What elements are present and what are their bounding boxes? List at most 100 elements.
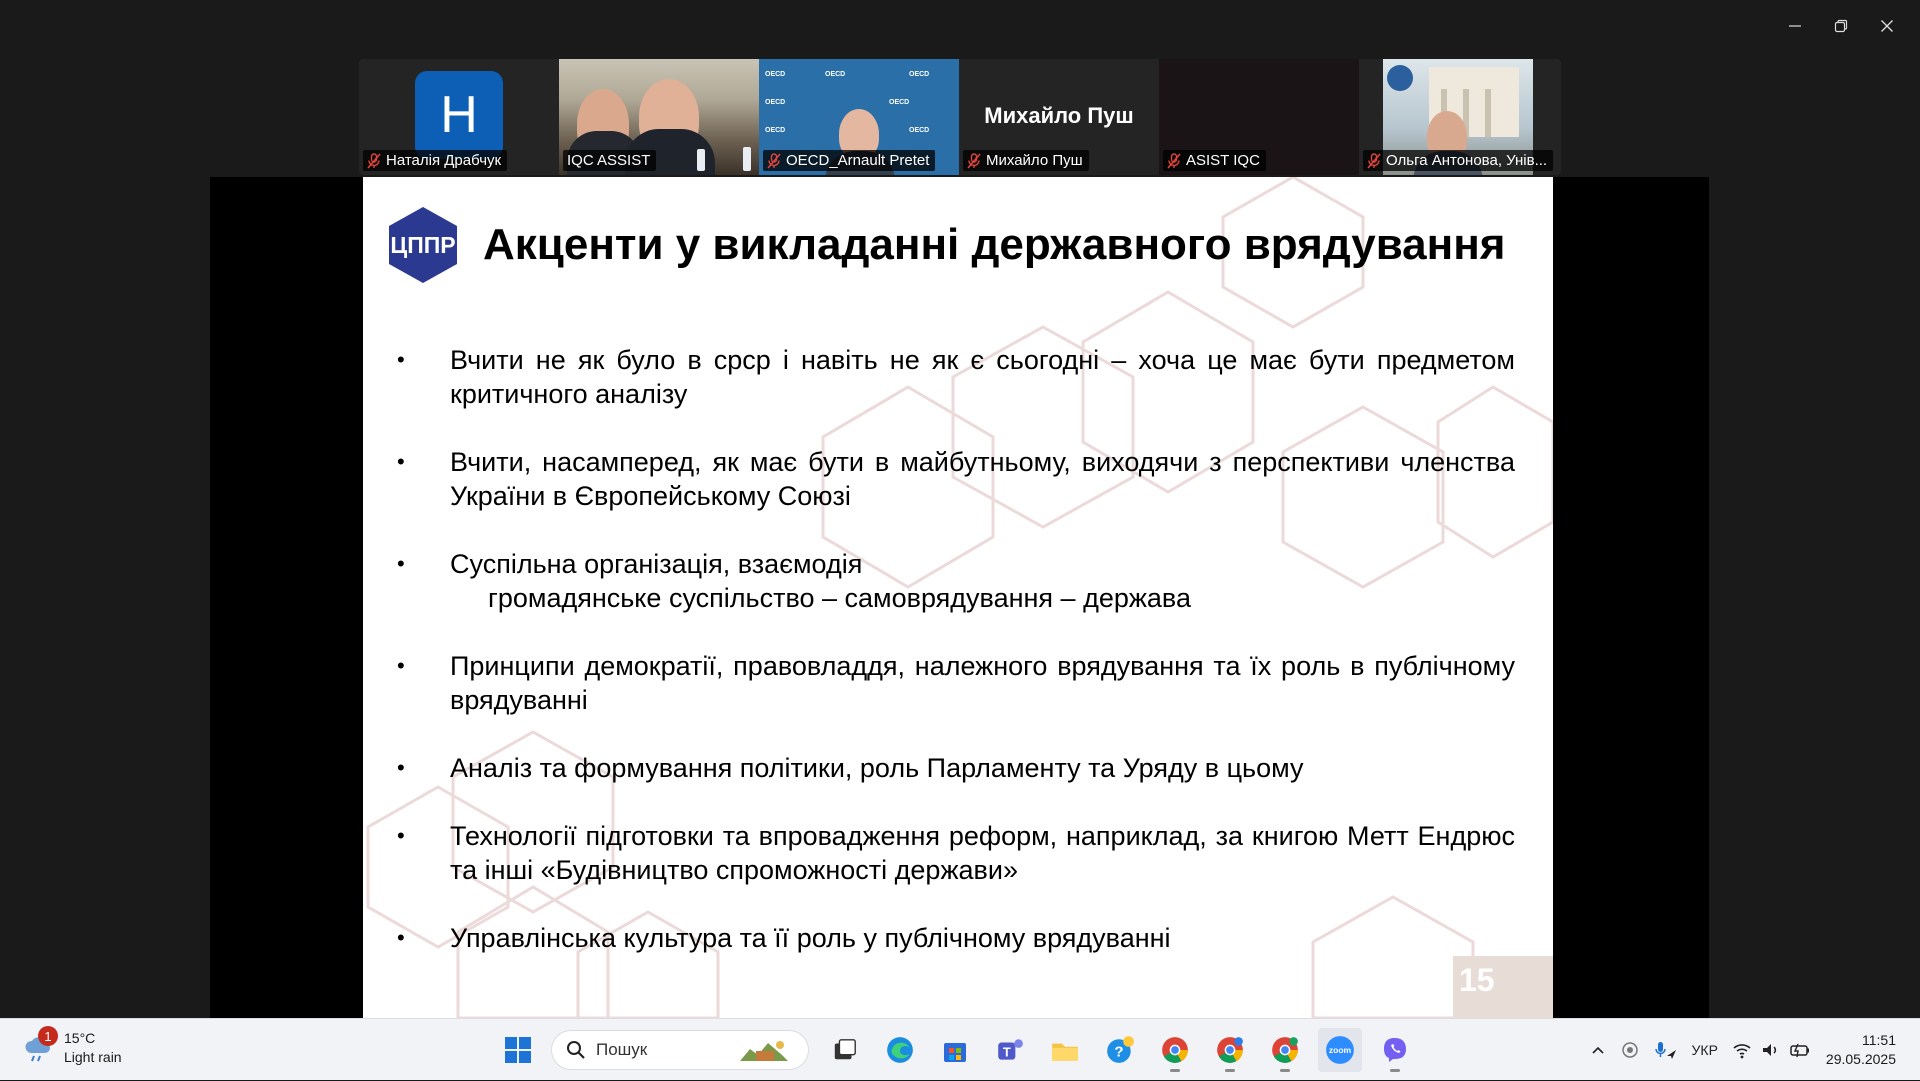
bullet-point: •: [397, 925, 405, 950]
close-icon: [1881, 20, 1893, 32]
list-item: • Суспільна організація, взаємодія громадя…: [397, 547, 1515, 615]
participant-name-text: Михайло Пуш: [986, 152, 1083, 169]
bullet-point: •: [397, 347, 405, 372]
bullet-text: Управлінська культура та її роль у публі…: [450, 923, 1171, 953]
participant-name-text: Наталія Драбчук: [386, 152, 502, 169]
webcam-icon: [1621, 1042, 1638, 1058]
start-button[interactable]: [496, 1028, 540, 1072]
language-indicator[interactable]: УКР: [1692, 1042, 1718, 1058]
bullet-text: Принципи демократії, правовладдя, належн…: [450, 651, 1515, 715]
search-box[interactable]: Пошук: [551, 1030, 809, 1070]
mic-muted-icon: [367, 152, 381, 169]
weather-condition: Light rain: [64, 1049, 122, 1065]
window-controls: [1772, 8, 1910, 44]
bullet-list: • Вчити не як було в срср і навіть не як …: [397, 343, 1515, 989]
logo-text: ЦППР: [390, 232, 455, 258]
system-tray: УКР 11:51 29.05.2025: [1590, 1019, 1920, 1081]
mic-muted-icon: [1367, 152, 1381, 169]
participant-name: OECD_Arnault Pretet: [763, 150, 936, 171]
weather-text: 15°C Light rain: [64, 1029, 122, 1067]
microphone-location-icon: [1654, 1042, 1676, 1059]
bullet-text: Вчити не як було в срср і навіть не як є…: [450, 345, 1515, 409]
rain-cloud-icon: 1: [22, 1026, 58, 1064]
shared-screen: ЦППР Акценти у викладанні державного вря…: [210, 177, 1709, 1018]
tray-app-button[interactable]: [1620, 1040, 1640, 1060]
list-item: • Аналіз та формування політики, роль Пар…: [397, 751, 1515, 785]
chevron-up-icon: [1591, 1046, 1604, 1054]
presentation-slide: ЦППР Акценти у викладанні державного вря…: [363, 177, 1553, 1018]
bullet-point: •: [397, 551, 405, 576]
chrome-profile-button[interactable]: [1208, 1028, 1252, 1072]
participant-name: Наталія Драбчук: [363, 150, 508, 171]
oecd-logo-text: OECD: [765, 99, 786, 106]
participant-tile[interactable]: OECD OECD OECD OECD OECD OECD OECD OECD_…: [759, 59, 959, 175]
oecd-logo-text: OECD: [765, 127, 786, 134]
oecd-logo-text: OECD: [909, 71, 930, 78]
svg-text:?: ?: [1114, 1043, 1123, 1060]
participant-name: Михайло Пуш: [963, 150, 1089, 171]
participant-name-text: OECD_Arnault Pretet: [786, 152, 930, 169]
store-icon: [944, 1043, 966, 1062]
search-icon: [567, 1041, 585, 1059]
zoom-icon-label: zoom: [1329, 1045, 1352, 1055]
participant-tile-active-speaker[interactable]: IQC ASSIST: [559, 59, 759, 175]
list-item: • Вчити, насамперед, як має бути в майбут…: [397, 445, 1515, 513]
file-explorer-button[interactable]: [1043, 1028, 1087, 1072]
slide-page-number: 15: [1453, 956, 1553, 1018]
show-hidden-icons-button[interactable]: [1590, 1042, 1606, 1058]
microphone-in-use-button[interactable]: [1654, 1040, 1678, 1060]
chrome-profile-button[interactable]: [1263, 1028, 1307, 1072]
bullet-point: •: [397, 449, 405, 474]
help-app-button[interactable]: ?: [1098, 1028, 1142, 1072]
bullet-point: •: [397, 755, 405, 780]
teams-icon: T: [998, 1039, 1023, 1060]
list-item: • Принципи демократії, правовладдя, належ…: [397, 649, 1515, 717]
list-item: • Технології підготовки та впровадження р…: [397, 819, 1515, 887]
chrome-icon: [1162, 1037, 1188, 1063]
mic-muted-icon: [967, 152, 981, 169]
zoom-icon: zoom: [1326, 1036, 1354, 1064]
bullet-text: Аналіз та формування політики, роль Парл…: [450, 753, 1304, 783]
slide-title: Акценти у викладанні державного врядуван…: [483, 220, 1506, 269]
restore-icon: [1834, 19, 1848, 33]
store-button[interactable]: [933, 1028, 977, 1072]
teams-button[interactable]: T: [988, 1028, 1032, 1072]
bullet-text: Вчити, насамперед, як має бути в майбутн…: [450, 447, 1515, 511]
avatar: Н: [415, 71, 503, 159]
quick-settings-button[interactable]: [1732, 1040, 1812, 1060]
restore-button[interactable]: [1818, 8, 1864, 44]
task-view-button[interactable]: [823, 1028, 867, 1072]
participant-tile[interactable]: Михайло Пуш Михайло Пуш: [959, 59, 1159, 175]
folder-icon: [1052, 1043, 1078, 1061]
clock[interactable]: 11:51 29.05.2025: [1826, 1031, 1896, 1069]
oecd-logo-text: OECD: [889, 99, 910, 106]
weather-widget[interactable]: 1 15°C Light rain: [22, 1026, 122, 1067]
windows-logo-icon: [505, 1037, 531, 1063]
participant-tile[interactable]: Н Наталія Драбчук: [359, 59, 559, 175]
viber-button[interactable]: [1373, 1028, 1417, 1072]
edge-button[interactable]: [878, 1028, 922, 1072]
clock-time: 11:51: [1862, 1032, 1896, 1048]
zoom-meeting-window: Н Наталія Драбчук IQC ASSIST OECD OECD O…: [0, 0, 1920, 1018]
clock-date: 29.05.2025: [1825, 1051, 1896, 1067]
edge-browser-icon: [887, 1037, 913, 1063]
task-view-icon: [834, 1039, 856, 1060]
chrome-button[interactable]: [1153, 1028, 1197, 1072]
participant-tile[interactable]: ASIST IQC: [1159, 59, 1359, 175]
minimize-icon: [1789, 25, 1801, 27]
bullet-subtext: громадянське суспільство – самоврядуванн…: [488, 583, 1191, 613]
mic-muted-icon: [767, 152, 781, 169]
participant-name-text: ASIST IQC: [1186, 152, 1260, 169]
viber-icon: [1384, 1038, 1406, 1062]
close-button[interactable]: [1864, 8, 1910, 44]
bullet-point: •: [397, 823, 405, 848]
participant-display-name: Михайло Пуш: [984, 103, 1134, 128]
zoom-button[interactable]: zoom: [1318, 1028, 1362, 1072]
battery-icon: [1790, 1043, 1809, 1058]
minimize-button[interactable]: [1772, 8, 1818, 44]
volume-icon: [1762, 1044, 1776, 1056]
participant-name: Ольга Антонова, Унів...: [1363, 150, 1553, 171]
participant-tile[interactable]: Ольга Антонова, Унів...: [1359, 59, 1561, 175]
search-placeholder: Пошук: [596, 1040, 648, 1059]
participant-name: IQC ASSIST: [563, 150, 657, 171]
